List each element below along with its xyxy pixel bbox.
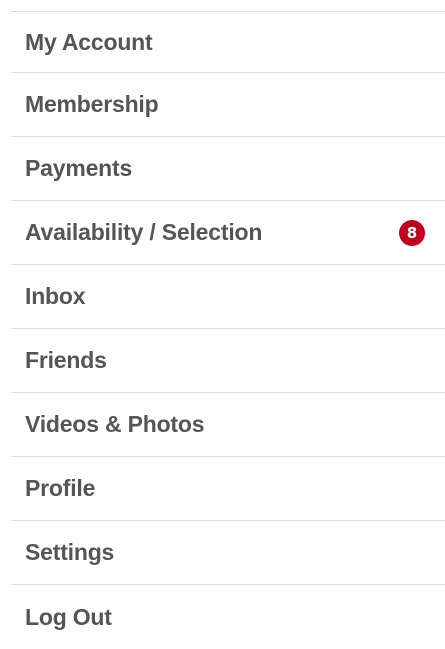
menu-item-label: Videos & Photos — [25, 411, 205, 437]
menu-item-payments[interactable]: Payments — [11, 137, 445, 201]
menu-item-my-account[interactable]: My Account — [11, 12, 445, 73]
account-menu: My Account Membership Payments Availabil… — [11, 11, 445, 649]
notification-count-badge: 8 — [399, 219, 425, 246]
menu-item-label: Settings — [25, 539, 115, 565]
menu-item-settings[interactable]: Settings — [11, 521, 445, 585]
menu-item-label: Inbox — [25, 283, 86, 309]
menu-item-friends[interactable]: Friends — [11, 329, 445, 393]
menu-item-profile[interactable]: Profile — [11, 457, 445, 521]
menu-item-label: Payments — [25, 155, 133, 181]
menu-item-label: My Account — [25, 28, 153, 55]
menu-item-label: Membership — [25, 91, 159, 117]
menu-item-label: Log Out — [25, 603, 112, 630]
menu-item-label: Availability / Selection — [25, 219, 263, 245]
menu-item-availability-selection[interactable]: Availability / Selection 8 — [11, 201, 445, 265]
menu-item-videos-photos[interactable]: Videos & Photos — [11, 393, 445, 457]
menu-item-membership[interactable]: Membership — [11, 73, 445, 137]
menu-item-inbox[interactable]: Inbox — [11, 265, 445, 329]
menu-item-label: Profile — [25, 475, 96, 501]
menu-item-label: Friends — [25, 347, 107, 373]
menu-item-log-out[interactable]: Log Out — [11, 585, 445, 649]
